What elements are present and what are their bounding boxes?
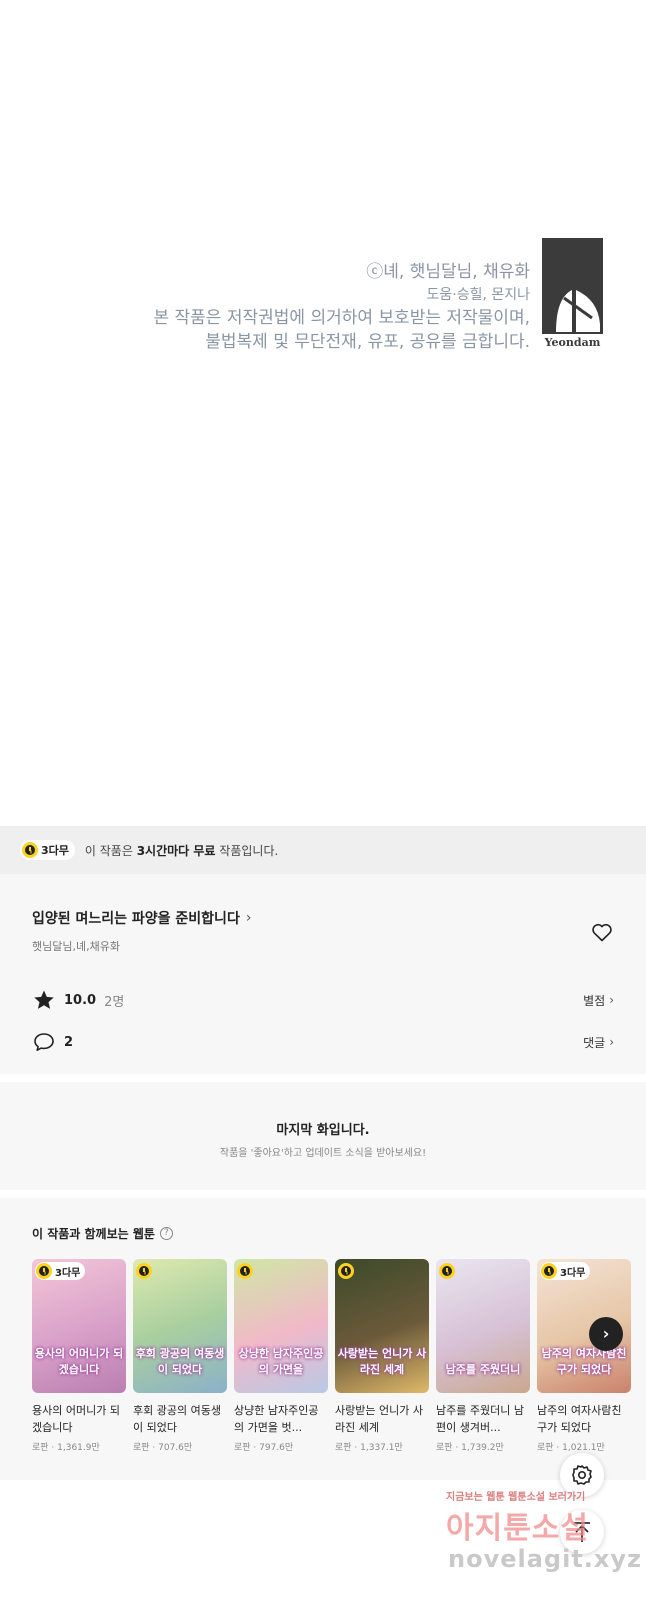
recommendation-thumbnail[interactable]: 상냥한 남자주인공의 가면을 xyxy=(234,1259,328,1393)
chevron-right-icon: › xyxy=(245,910,252,926)
watermark-brand: 아지툰소설 xyxy=(446,1511,589,1546)
wait-free-badge: 3다무 xyxy=(20,840,75,860)
recommendation-card[interactable]: 상냥한 남자주인공의 가면을상냥한 남자주인공의 가면을 벗... 로판 · 79… xyxy=(234,1259,328,1453)
heart-icon[interactable] xyxy=(590,920,614,944)
thumbnail-logo-text: 용사의 어머니가 되겠습니다 xyxy=(34,1347,124,1376)
last-episode-subtitle: 작품을 '좋아요'하고 업데이트 소식을 받아보세요! xyxy=(219,1148,427,1159)
thumbnail-logo-text: 후회 광공의 여동생이 되었다 xyxy=(135,1347,225,1376)
clock-icon xyxy=(36,1263,52,1279)
copyright-section: ⓒ녜, 햇님달님, 채유화 도움·승힐, 몬지나 본 작품은 저작권법에 의거하… xyxy=(0,230,646,360)
wait-free-badge xyxy=(338,1262,357,1280)
publisher-logo: Yeondam xyxy=(542,238,603,350)
recommendations-heading: 이 작품과 함께보는 웹툰 ? xyxy=(32,1225,173,1242)
rating-link[interactable]: 별점 › xyxy=(583,992,614,1009)
rating-count: 2명 xyxy=(104,994,125,1010)
free-banner-prefix: 이 작품은 xyxy=(84,843,137,858)
recommendations-section: 이 작품과 함께보는 웹툰 ? 3다무 용사의 어머니가 되겠습니다 용사의 어머니… xyxy=(0,1198,646,1480)
publisher-logo-word: Yeondam xyxy=(544,336,601,349)
thumbnail-logo-text: 남주를 주웠더니 xyxy=(445,1363,521,1376)
recommendation-title[interactable]: 남주를 주웠더니 남편이 생겨버... xyxy=(436,1402,530,1436)
chevron-right-icon: › xyxy=(609,1035,614,1049)
recommendation-meta: 로판 · 1,739.2만 xyxy=(436,1443,504,1453)
rating-score: 10.0 xyxy=(64,992,97,1008)
rating-row: 10.0 2명 별점 › xyxy=(32,988,614,1012)
work-title-link[interactable]: 입양된 며느리는 파양을 준비합니다 › xyxy=(32,908,251,928)
free-banner-bold: 3시간마다 무료 xyxy=(136,843,216,858)
wait-free-badge xyxy=(237,1262,256,1280)
clock-icon xyxy=(237,1263,253,1279)
thumbnail-logo-text: 상냥한 남자주인공의 가면을 xyxy=(238,1347,324,1376)
recommendation-card[interactable]: 3다무 용사의 어머니가 되겠습니다 용사의 어머니가 되겠습니다 로판 · 1,36… xyxy=(32,1259,126,1453)
chevron-right-icon: › xyxy=(609,993,614,1007)
copyright-text: ⓒ녜, 햇님달님, 채유화 도움·승힐, 몬지나 본 작품은 저작권법에 의거하… xyxy=(153,260,530,354)
help-icon[interactable]: ? xyxy=(159,1227,173,1240)
wait-free-badge: 3다무 xyxy=(35,1262,86,1280)
wait-free-badge: 3다무 xyxy=(540,1262,591,1280)
recommendation-card[interactable]: 남주를 주웠더니남주를 주웠더니 남편이 생겨버... 로판 · 1,739.2만 xyxy=(436,1259,530,1453)
thumbnail-logo-text: 남주의 여자사람친구가 되었다 xyxy=(541,1347,627,1376)
recommendation-card[interactable]: 사랑받는 언니가 사라진 세계 사랑받는 언니가 사라진 세계 로판 · 1,337… xyxy=(335,1259,429,1453)
free-banner: 3다무 이 작품은 3시간마다 무료 작품입니다. xyxy=(0,826,646,874)
wait-free-badge-label: 3다무 xyxy=(560,1267,586,1279)
rating-link-label[interactable]: 별점 xyxy=(583,992,605,1009)
recommendation-meta: 로판 · 1,361.9만 xyxy=(32,1443,100,1453)
watermark-url: novelagit.xyz xyxy=(448,1545,643,1573)
recommendation-meta: 로판 · 1,021.1만 xyxy=(537,1443,605,1453)
recommendation-meta: 로판 · 1,337.1만 xyxy=(335,1443,403,1453)
recommendations-heading-text: 이 작품과 함께보는 웹툰 xyxy=(32,1227,155,1241)
recommendation-card[interactable]: 후회 광공의 여동생이 되었다 후회 광공의 여동생이 되었다 로판 · 707.6… xyxy=(133,1259,227,1453)
free-banner-text: 이 작품은 3시간마다 무료 작품입니다. xyxy=(85,842,278,859)
clock-icon xyxy=(439,1263,455,1279)
clock-icon xyxy=(338,1263,354,1279)
publisher-logo-icon xyxy=(542,238,603,334)
clock-icon xyxy=(22,842,38,858)
recommendation-meta: 로판 · 797.6만 xyxy=(234,1443,294,1453)
publisher-logo-mark xyxy=(542,238,603,334)
wait-free-badge xyxy=(439,1262,458,1280)
free-banner-suffix: 작품입니다. xyxy=(215,843,279,858)
last-episode-title: 마지막 화입니다. xyxy=(276,1123,370,1138)
recommendation-title[interactable]: 남주의 여자사람친구가 되었다 xyxy=(537,1402,631,1436)
recommendation-card[interactable]: 3다무 남주의 여자사람친구가 되었다 남주의 여자사람친구가 되었다 로판 · 1,… xyxy=(537,1259,631,1453)
star-icon xyxy=(34,990,54,1009)
carousel-next-button[interactable]: › xyxy=(589,1317,623,1351)
work-authors: 햇님달님,녜,채유화 xyxy=(32,940,120,953)
copyright-line-1: ⓒ녜, 햇님달님, 채유화 xyxy=(366,262,530,282)
clock-icon xyxy=(136,1263,152,1279)
recommendation-thumbnail[interactable]: 후회 광공의 여동생이 되었다 xyxy=(133,1259,227,1393)
clock-icon xyxy=(541,1263,557,1279)
copyright-line-2: 도움·승힐, 몬지나 xyxy=(426,287,530,303)
thumbnail-logo-text: 사랑받는 언니가 사라진 세계 xyxy=(337,1347,427,1376)
comments-link-label[interactable]: 댓글 xyxy=(583,1034,605,1051)
recommendation-title[interactable]: 후회 광공의 여동생이 되었다 xyxy=(133,1402,227,1436)
recommendation-title[interactable]: 사랑받는 언니가 사라진 세계 xyxy=(335,1402,429,1436)
work-info-panel: 입양된 며느리는 파양을 준비합니다 › 햇님달님,녜,채유화 10.0 2명 … xyxy=(0,874,646,1074)
comments-link[interactable]: 댓글 › xyxy=(583,1034,614,1051)
recommendation-title[interactable]: 용사의 어머니가 되겠습니다 xyxy=(32,1402,126,1436)
wait-free-badge-label: 3다무 xyxy=(55,1267,81,1279)
comment-row: 2 댓글 › xyxy=(32,1030,614,1054)
copyright-line-4: 불법복제 및 무단전재, 유포, 공유를 금합니다. xyxy=(205,332,530,352)
comment-count: 2 xyxy=(64,1034,74,1050)
wait-free-badge-label: 3다무 xyxy=(41,844,69,857)
recommendation-thumbnail[interactable]: 남주를 주웠더니 xyxy=(436,1259,530,1393)
comment-icon xyxy=(34,1033,54,1051)
recommendation-carousel: 3다무 용사의 어머니가 되겠습니다 용사의 어머니가 되겠습니다 로판 · 1,36… xyxy=(32,1259,646,1469)
recommendation-meta: 로판 · 707.6만 xyxy=(133,1443,193,1453)
last-episode-panel: 마지막 화입니다. 작품을 '좋아요'하고 업데이트 소식을 받아보세요! xyxy=(0,1082,646,1190)
recommendation-thumbnail[interactable]: 3다무용사의 어머니가 되겠습니다 xyxy=(32,1259,126,1393)
work-title[interactable]: 입양된 며느리는 파양을 준비합니다 xyxy=(32,908,240,928)
wait-free-badge xyxy=(136,1262,155,1280)
copyright-line-3: 본 작품은 저작권법에 의거하여 보호받는 저작물이며, xyxy=(153,308,530,328)
recommendation-thumbnail[interactable]: 사랑받는 언니가 사라진 세계 xyxy=(335,1259,429,1393)
recommendation-title[interactable]: 상냥한 남자주인공의 가면을 벗... xyxy=(234,1402,328,1436)
watermark-caption: 지금보는 웹툰 웹툰소설 보러가기 xyxy=(446,1492,586,1503)
